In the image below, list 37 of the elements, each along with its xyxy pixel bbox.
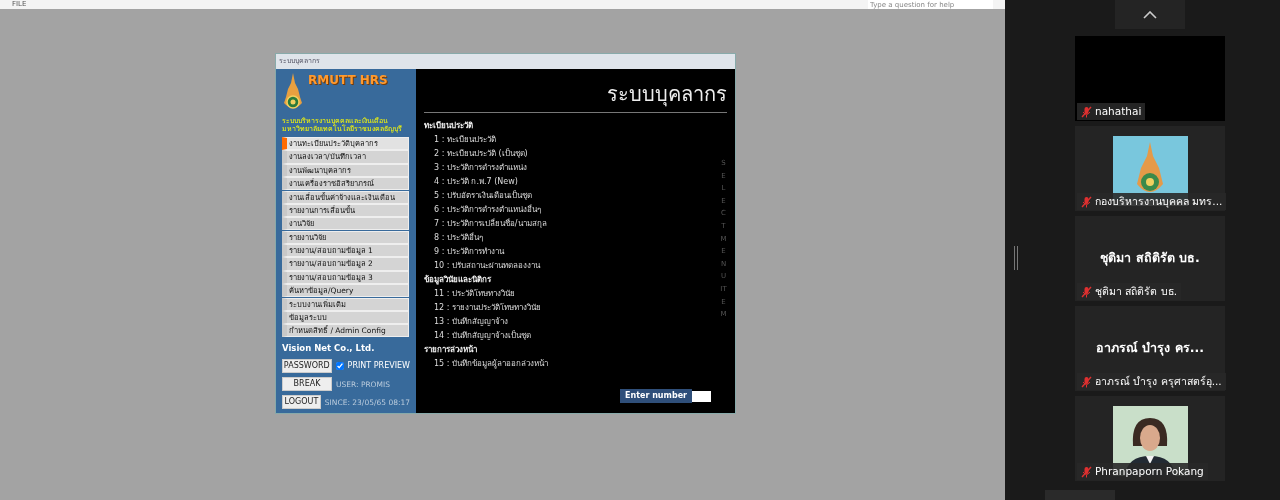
menu-option[interactable]: 13 : บันทึกสัญญาจ้าง — [434, 315, 508, 329]
participant-display-name: ชุติมา สถิติรัต บธ. — [1099, 249, 1201, 268]
menu-option[interactable]: 12 : รายงานประวัติโทษทางวินัย — [434, 301, 541, 315]
menu-option[interactable]: 14 : บันทึกสัญญาจ้างเป็นชุด — [434, 329, 531, 343]
checkbox[interactable] — [335, 362, 344, 371]
menu-option[interactable]: 3 : ประวัติการดำรงตำแหน่ง — [434, 161, 527, 175]
section-title: รายการล่วงหน้า — [424, 344, 477, 356]
participant-name: อาภรณ์ บำรุง ครุศาสตร์อุ... — [1095, 374, 1222, 390]
menu-option[interactable]: 11 : ประวัติโทษทางวินัย — [434, 287, 515, 301]
menu-option[interactable]: 1 : ทะเบียนประวัติ — [434, 133, 496, 147]
company-name: Vision Net Co., Ltd. — [282, 342, 376, 356]
action-button[interactable]: LOGOUT — [282, 395, 321, 410]
participant-name: กองบริหารงานบุคคล มทร... — [1095, 194, 1223, 210]
page-heading: ระบบบุคลากร — [424, 73, 727, 113]
menu-option[interactable]: 6 : ประวัติการดำรงตำแหน่งอื่นๆ — [434, 203, 541, 217]
participant-name: nahathai — [1095, 104, 1142, 119]
action-button[interactable]: BREAK — [282, 377, 332, 392]
menu-option[interactable]: 5 : ปรับอัตราเงินเดือนเป็นชุด — [434, 189, 532, 203]
number-field[interactable] — [692, 390, 711, 402]
logo-title: RMUTT HRS — [308, 73, 388, 87]
participant-name: Phranpaporn Pokang — [1095, 464, 1204, 479]
section-title: ข้อมูลวินัยและนิติกร — [424, 274, 491, 287]
menu-option[interactable]: 15 : บันทึกข้อมูลผู้ลาออกล่วงหน้า — [434, 357, 548, 371]
checkbox-label[interactable]: PRINT PREVIEW — [347, 360, 410, 373]
menu-option[interactable]: 8 : ประวัติอื่นๆ — [434, 231, 483, 245]
menu-option[interactable]: 4 : ประวัติ ก.พ.7 (New) — [434, 175, 518, 189]
menu-option[interactable]: 9 : ประวัติการทำงาน — [434, 245, 504, 259]
section-title: ทะเบียนประวัติ — [424, 120, 473, 132]
menu-option[interactable]: 7 : ประวัติการเปลี่ยนชื่อ/นามสกุล — [434, 217, 547, 231]
menu-option[interactable]: 2 : ทะเบียนประวัติ (เป็นชุด) — [434, 147, 528, 161]
participant-name: ชุติมา สถิติรัต บธ. — [1095, 284, 1177, 300]
participant-display-name: อาภรณ์ บำรุง คร... — [1095, 339, 1205, 358]
action-button[interactable]: PASSWORD — [282, 359, 332, 374]
field-label: Enter number — [620, 389, 692, 404]
resize-handle[interactable] — [1014, 246, 1018, 270]
chevron-up-icon — [1143, 11, 1157, 19]
menu-option[interactable]: 10 : ปรับสถานะผ่านทดลองงาน — [434, 259, 540, 273]
